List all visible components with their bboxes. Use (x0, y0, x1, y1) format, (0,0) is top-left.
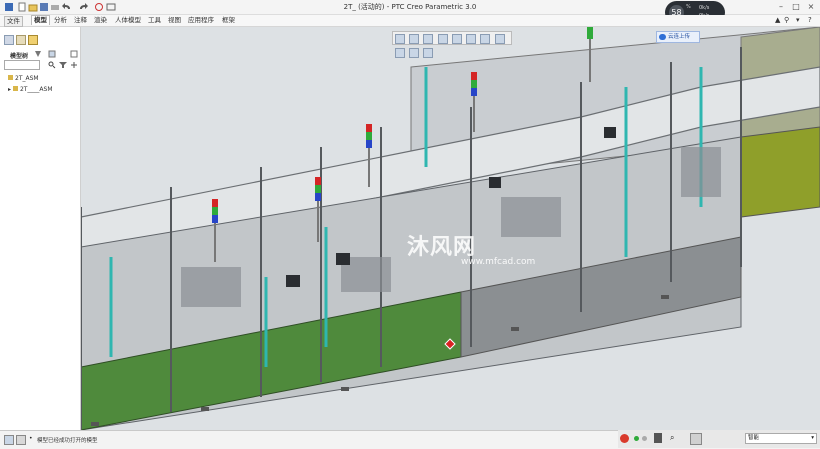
ribbon-menu: 文件 模型 分析 注释 渲染 人体模型 工具 视图 应用程序 框架 ▲ ⚲ ▾ … (0, 15, 820, 27)
datum-display-icon[interactable] (395, 48, 405, 58)
cloud-upload-button[interactable]: 云连上传 (656, 31, 700, 43)
speed-unit: % (686, 4, 691, 10)
assembly-icon (12, 86, 18, 91)
status-message: 模型已经成功打开的模型 (37, 438, 98, 444)
browser-toggle-icon[interactable] (16, 435, 26, 445)
folder-browser-icon[interactable] (16, 35, 26, 45)
zoom-in-icon[interactable] (409, 34, 420, 44)
model-tree-tab-icon[interactable] (4, 35, 14, 45)
expand-icon[interactable]: ▸ (8, 86, 11, 93)
cloud-icon (659, 33, 666, 40)
zoom-out-icon[interactable] (423, 34, 434, 44)
refit-icon[interactable] (395, 34, 405, 44)
saved-orientations-icon[interactable] (466, 34, 477, 44)
search-icon[interactable]: ⚲ (784, 16, 789, 24)
menu-view[interactable]: 视图 (168, 16, 181, 25)
menu-analysis[interactable]: 分析 (54, 16, 67, 25)
assembly-icon (8, 75, 13, 80)
status-dot-icon (642, 436, 647, 441)
graphics-viewport[interactable]: 沐风网 www.mfcad.com (81, 27, 820, 430)
repaint-icon[interactable] (437, 34, 448, 44)
tree-item-root[interactable]: 2T_ASM (8, 75, 39, 82)
model-tree-panel: 模型树 2T_ASM ▸ 2T____ASM (0, 27, 81, 430)
tree-filters-icon[interactable] (48, 50, 56, 58)
regen-status-icon[interactable] (620, 434, 629, 443)
minimize-button[interactable]: – (776, 2, 786, 12)
cloud-upload-label: 云连上传 (668, 34, 691, 40)
menu-annotate[interactable]: 注释 (74, 16, 87, 25)
favorites-icon[interactable] (28, 35, 38, 45)
tree-search-input[interactable] (4, 60, 40, 70)
watermark-url: www.mfcad.com (461, 257, 536, 267)
panel-toggle-icon[interactable] (4, 435, 14, 445)
perspective-icon[interactable] (494, 34, 505, 44)
tree-settings-icon[interactable] (34, 50, 42, 58)
find-icon[interactable] (48, 61, 56, 69)
menu-framework[interactable]: 框架 (222, 16, 235, 25)
chevron-down-icon: ▾ (811, 435, 814, 441)
menu-render[interactable]: 渲染 (94, 16, 107, 25)
selection-icon[interactable] (690, 433, 702, 445)
tree-item-child[interactable]: ▸ 2T____ASM (8, 86, 53, 93)
display-style-icon[interactable] (451, 34, 462, 44)
graphics-toolbar (392, 31, 512, 58)
tree-child-label: 2T____ASM (19, 86, 53, 93)
menu-applications[interactable]: 应用程序 (188, 16, 214, 25)
spin-center-icon[interactable] (423, 48, 434, 58)
message-bullet-icon: • (29, 435, 33, 442)
menu-tools[interactable]: 工具 (148, 16, 161, 25)
status-dot-icon (634, 436, 639, 441)
filter-icon[interactable] (59, 61, 67, 69)
maximize-button[interactable]: □ (791, 2, 801, 12)
find-binoculars-icon[interactable]: ⌕ (670, 433, 674, 443)
show-icon[interactable] (70, 50, 78, 58)
flag-icon[interactable] (654, 433, 662, 443)
menu-model[interactable]: 模型 (31, 15, 50, 25)
close-button[interactable]: × (806, 2, 816, 12)
help-icon[interactable]: ? (808, 16, 812, 24)
tree-root-label: 2T_ASM (15, 75, 39, 82)
panel-title: 模型树 (10, 53, 29, 60)
menu-manikin[interactable]: 人体模型 (115, 16, 141, 25)
annotation-display-icon[interactable] (409, 48, 420, 58)
settings-icon[interactable]: ▾ (796, 16, 800, 24)
upload-speed: 0k/s (699, 5, 710, 11)
selection-filter-value: 智能 (748, 435, 760, 441)
add-column-icon[interactable] (70, 61, 78, 69)
menu-file[interactable]: 文件 (4, 16, 23, 27)
collapse-ribbon-icon[interactable]: ▲ (775, 16, 780, 24)
view-manager-icon[interactable] (480, 34, 491, 44)
selection-filter-dropdown[interactable]: 智能 ▾ (745, 433, 817, 444)
